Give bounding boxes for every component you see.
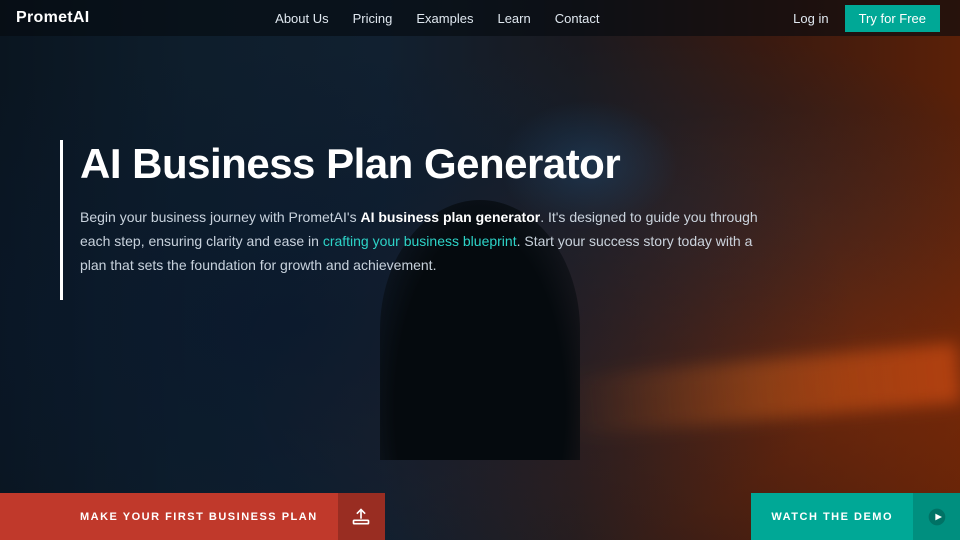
brand-logo: PrometAI	[16, 9, 90, 27]
nav-learn[interactable]: Learn	[497, 11, 530, 26]
nav-examples[interactable]: Examples	[416, 11, 473, 26]
try-free-button[interactable]: Try for Free	[845, 5, 940, 32]
login-button[interactable]: Log in	[785, 7, 836, 30]
upload-icon	[351, 507, 371, 527]
nav-links: About Us Pricing Examples Learn Contact	[275, 11, 599, 26]
bottom-bar-spacer	[385, 493, 752, 540]
nav-about[interactable]: About Us	[275, 11, 328, 26]
make-plan-button[interactable]: MAKE YOUR FIRST BUSINESS PLAN	[80, 511, 338, 523]
bottom-bar: MAKE YOUR FIRST BUSINESS PLAN WATCH THE …	[0, 493, 960, 540]
hero-desc-part1: Begin your business journey with PrometA…	[80, 209, 360, 225]
hero-title: AI Business Plan Generator	[80, 140, 780, 188]
watch-demo-icon-button[interactable]	[913, 493, 960, 540]
main-nav: PrometAI About Us Pricing Examples Learn…	[0, 0, 960, 36]
make-plan-icon-button[interactable]	[338, 493, 385, 540]
hero-description: Begin your business journey with PrometA…	[80, 206, 760, 277]
hero-desc-bold: AI business plan generator	[360, 209, 540, 225]
cta-left-container: MAKE YOUR FIRST BUSINESS PLAN	[0, 493, 385, 540]
hero-content: AI Business Plan Generator Begin your bu…	[80, 140, 780, 278]
hero-desc-link[interactable]: crafting your business blueprint	[323, 233, 517, 249]
watch-demo-button[interactable]: WATCH THE DEMO	[751, 511, 913, 523]
nav-contact[interactable]: Contact	[555, 11, 600, 26]
nav-actions: Log in Try for Free	[785, 5, 940, 32]
play-icon	[927, 507, 947, 527]
accent-line-decoration	[60, 140, 63, 300]
nav-pricing[interactable]: Pricing	[353, 11, 393, 26]
cta-right-container: WATCH THE DEMO	[751, 493, 960, 540]
